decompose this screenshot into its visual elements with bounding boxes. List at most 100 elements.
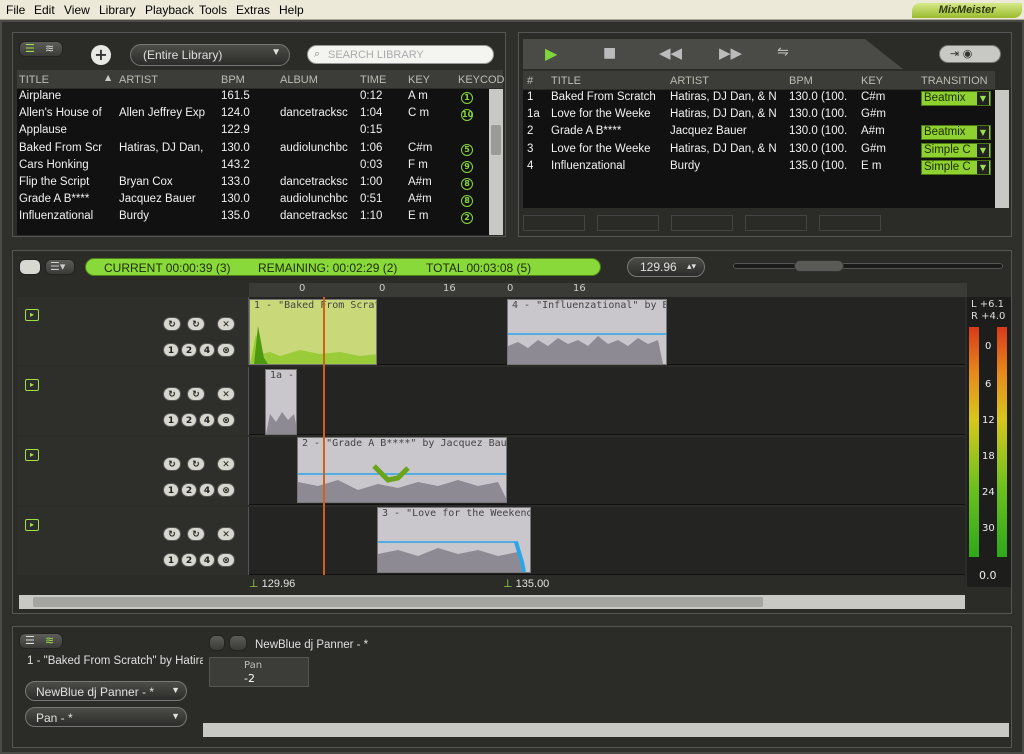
loop-icon[interactable]: ↻ — [187, 317, 205, 331]
col-album[interactable]: ALBUM — [280, 74, 356, 86]
mute-icon[interactable]: ⊗ — [217, 553, 235, 567]
playlist-scrollbar[interactable] — [995, 90, 1009, 208]
timeline-hscroll[interactable] — [19, 595, 965, 609]
menu-help[interactable]: Help — [279, 3, 304, 17]
slot[interactable] — [671, 215, 733, 231]
col-key[interactable]: KEY — [861, 75, 917, 87]
mute-icon[interactable]: ⊗ — [217, 413, 235, 427]
effect-select[interactable]: NewBlue dj Panner - * ▼ — [25, 681, 187, 701]
timeline-mode-icon[interactable] — [19, 259, 41, 275]
table-row[interactable]: Influenzational Burdy 135.0 dancetracksc 1:1… — [17, 210, 489, 227]
table-row[interactable]: Baked From Scr Hatiras, DJ Dan, 130.0 audio… — [17, 142, 489, 159]
loop-length-button[interactable]: 2 — [181, 553, 197, 567]
loop-icon[interactable]: ↻ — [187, 527, 205, 541]
chevron-down-icon[interactable]: ▼ — [977, 143, 989, 157]
loop-icon[interactable]: ↻ — [163, 527, 181, 541]
table-row[interactable]: Allen's House of Allen Jeffrey Exp 124.0 da… — [17, 107, 489, 124]
bypass-icon[interactable] — [209, 635, 225, 651]
clip-2[interactable]: 2 - "Grade A B****" by Jacquez Bauer — [297, 437, 507, 503]
playlist-row[interactable]: 1 Baked From Scratch Hatiras, DJ Dan, & N 1… — [523, 91, 995, 108]
pan-control[interactable]: Pan -2 — [209, 657, 309, 687]
table-row[interactable]: Applause 122.9 0:15 — [17, 124, 489, 141]
add-icon[interactable]: + — [91, 45, 111, 65]
loop-icon[interactable]: ↻ — [187, 387, 205, 401]
loop-length-button[interactable]: 1 — [163, 553, 179, 567]
menu-playback[interactable]: Playback — [145, 3, 194, 17]
output-selector[interactable]: ⇥ ◉ — [939, 45, 1001, 63]
loop-icon[interactable]: ↻ — [163, 317, 181, 331]
param-select[interactable]: Pan - * ▼ — [25, 707, 187, 727]
col-title[interactable]: TITLE — [19, 74, 115, 86]
col-artist[interactable]: ARTIST — [670, 75, 782, 87]
chevron-down-icon[interactable]: ▼ — [977, 160, 989, 174]
loop-length-button[interactable]: 4 — [199, 483, 215, 497]
loop-icon[interactable]: ⇋ — [777, 44, 789, 60]
slot[interactable] — [523, 215, 585, 231]
slot[interactable] — [819, 215, 881, 231]
loop-icon[interactable]: ↻ — [163, 387, 181, 401]
track-icon[interactable]: ▸ — [25, 309, 39, 321]
table-row[interactable]: Grade A B**** Jacquez Bauer 130.0 audiolunc… — [17, 193, 489, 210]
clip-1a[interactable]: 1a - — [265, 369, 297, 435]
mute-icon[interactable]: ⊗ — [217, 483, 235, 497]
loop-length-button[interactable]: 2 — [181, 483, 197, 497]
col-bpm[interactable]: BPM — [221, 74, 277, 86]
next-icon[interactable]: ▶▶ — [719, 44, 742, 62]
loop-length-button[interactable]: 1 — [163, 483, 179, 497]
track-icon[interactable]: ▸ — [25, 379, 39, 391]
scroll-thumb[interactable] — [491, 125, 501, 155]
close-icon[interactable]: ✕ — [217, 527, 235, 541]
loop-length-button[interactable]: 1 — [163, 413, 179, 427]
mute-icon[interactable]: ⊗ — [217, 343, 235, 357]
close-icon[interactable]: ✕ — [217, 387, 235, 401]
zoom-slider[interactable] — [733, 260, 1003, 272]
clip-3[interactable]: 3 - "Love for the Weekend" — [377, 507, 531, 573]
playlist-row[interactable]: 2 Grade A B**** Jacquez Bauer 130.0 (100. A#… — [523, 125, 995, 142]
menu-edit[interactable]: Edit — [34, 3, 55, 17]
table-row[interactable]: Airplane 161.5 0:12 A m 1 — [17, 90, 489, 107]
playlist-row[interactable]: 1a Love for the Weeke Hatiras, DJ Dan, & N… — [523, 108, 995, 125]
playlist-row[interactable]: 3 Love for the Weeke Hatiras, DJ Dan, & N 1… — [523, 142, 995, 160]
close-icon[interactable]: ✕ — [217, 457, 235, 471]
library-view-toggle[interactable]: ☰ ≋ — [19, 41, 63, 57]
previous-icon[interactable]: ◀◀ — [659, 44, 682, 62]
loop-length-button[interactable]: 4 — [199, 413, 215, 427]
menu-extras[interactable]: Extras — [236, 3, 270, 17]
search-input[interactable]: ⌕ SEARCH LIBRARY — [307, 45, 494, 64]
clip-4[interactable]: 4 - "Influenzational" by Burdy — [507, 299, 667, 365]
col-artist[interactable]: ARTIST — [119, 74, 215, 86]
chevron-down-icon[interactable]: ▼ — [977, 126, 989, 140]
slot[interactable] — [745, 215, 807, 231]
loop-icon[interactable]: ↻ — [187, 457, 205, 471]
play-icon[interactable]: ▶ — [545, 44, 557, 63]
loop-length-button[interactable]: 2 — [181, 343, 197, 357]
loop-length-button[interactable]: 4 — [199, 343, 215, 357]
loop-length-button[interactable]: 4 — [199, 553, 215, 567]
chevron-down-icon[interactable]: ▼ — [977, 92, 989, 105]
scroll-thumb[interactable] — [33, 597, 763, 607]
effects-view-toggle[interactable]: ☰ ≋ — [19, 633, 63, 649]
effects-hscroll[interactable] — [203, 723, 1009, 737]
loop-length-button[interactable]: 2 — [181, 413, 197, 427]
playhead[interactable] — [323, 297, 325, 575]
library-scrollbar[interactable] — [489, 89, 503, 235]
menu-file[interactable]: File — [6, 3, 25, 17]
menu-tools[interactable]: Tools — [199, 3, 227, 17]
table-row[interactable]: Flip the Script Bryan Cox 133.0 dancetracks… — [17, 176, 489, 193]
table-row[interactable]: Cars Honking 143.2 0:03 F m 9 — [17, 159, 489, 176]
col-time[interactable]: TIME — [360, 74, 404, 86]
slot[interactable] — [597, 215, 659, 231]
col-transition[interactable]: TRANSITION — [921, 75, 997, 87]
zoom-thumb[interactable] — [794, 260, 844, 272]
col-title[interactable]: TITLE — [551, 75, 663, 87]
track-icon[interactable]: ▸ — [25, 519, 39, 531]
col-bpm[interactable]: BPM — [789, 75, 855, 87]
menu-view[interactable]: View — [64, 3, 90, 17]
clip-1[interactable]: 1 - "Baked From Scratch" by Hatiras — [249, 299, 377, 365]
menu-library[interactable]: Library — [99, 3, 136, 17]
playlist-row[interactable]: 4 Influenzational Burdy 135.0 (100. E m Simpl… — [523, 159, 995, 177]
col-num[interactable]: # — [527, 75, 545, 87]
timeline-view-select[interactable]: ☰▾ — [45, 259, 75, 275]
library-scope-select[interactable]: (Entire Library) ▼ — [130, 44, 290, 66]
window-icon[interactable] — [229, 635, 247, 651]
